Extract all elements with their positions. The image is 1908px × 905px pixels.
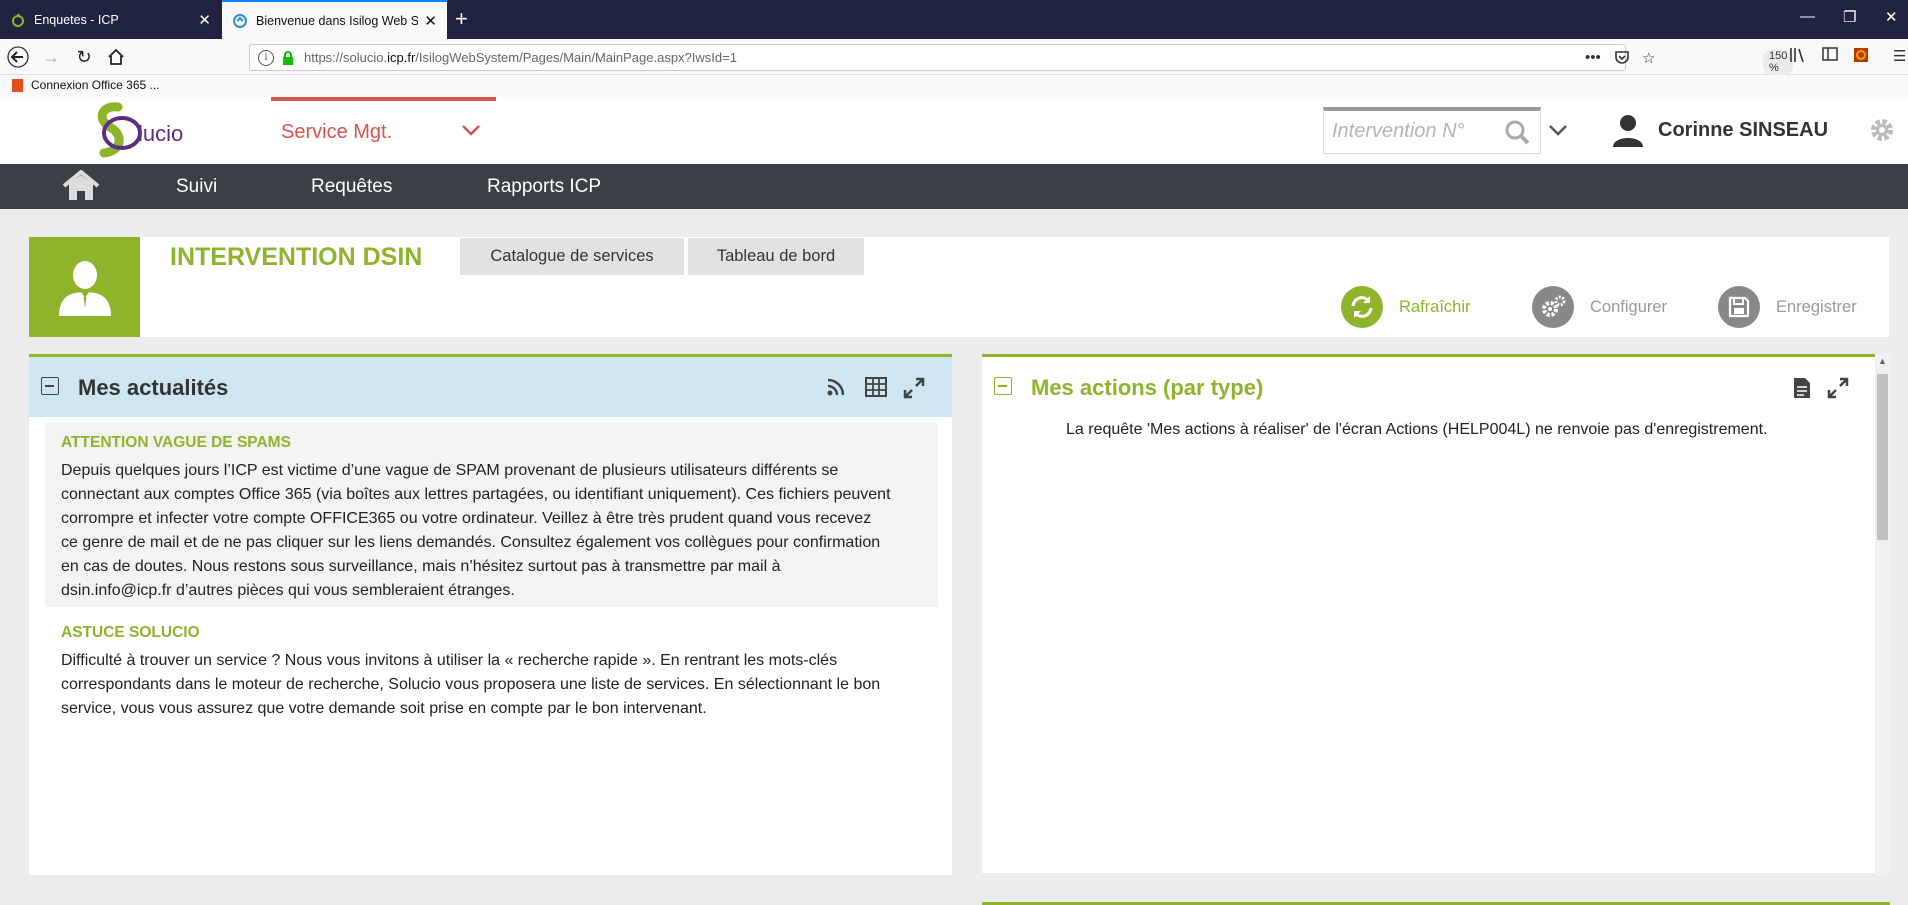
document-icon[interactable] bbox=[1792, 377, 1812, 399]
isilog-favicon-icon bbox=[232, 13, 248, 29]
collapse-icon[interactable] bbox=[994, 377, 1012, 395]
news-panel: Mes actualités ATTENTION VAGUE DE SPAMS … bbox=[29, 354, 952, 875]
refresh-icon bbox=[1341, 286, 1383, 328]
close-tab-icon[interactable]: ✕ bbox=[424, 12, 437, 30]
svg-text:lucio: lucio bbox=[138, 121, 183, 146]
rss-icon[interactable] bbox=[826, 377, 846, 397]
gear-icon[interactable] bbox=[1869, 117, 1895, 143]
news-title-spam: ATTENTION VAGUE DE SPAMS bbox=[61, 434, 291, 451]
save-label: Enregistrer bbox=[1776, 297, 1857, 316]
office-icon bbox=[12, 78, 23, 92]
browser-navbar: → ↻ i https://solucio.icp.fr/IsilogWebSy… bbox=[0, 39, 1908, 75]
page-actions-icon[interactable]: ••• bbox=[1585, 49, 1601, 66]
news-line: Difficulté à trouver un service ? Nous v… bbox=[61, 652, 838, 669]
close-window-icon[interactable]: ✕ bbox=[1885, 8, 1898, 26]
news-title-astuce: ASTUCE SOLUCIO bbox=[61, 624, 200, 641]
news-line: service, vous vous assurez que votre dem… bbox=[61, 700, 707, 717]
scroll-up-icon[interactable]: ▲ bbox=[1878, 356, 1887, 366]
refresh-button[interactable]: Rafraîchir bbox=[1341, 286, 1471, 328]
tab-title: Bienvenue dans Isilog Web Syst bbox=[256, 13, 419, 28]
service-label: Service Mgt. bbox=[281, 121, 393, 143]
bookmark-label: Connexion Office 365 ... bbox=[31, 78, 160, 92]
new-tab-icon[interactable]: + bbox=[455, 6, 468, 32]
browser-tab-bienvenue[interactable]: Bienvenue dans Isilog Web Syst ✕ bbox=[222, 0, 447, 39]
menu-requetes[interactable]: Requêtes bbox=[311, 176, 392, 198]
actions-panel-title: Mes actions (par type) bbox=[1031, 375, 1264, 400]
collapse-icon[interactable] bbox=[41, 377, 59, 395]
news-body-spam: Depuis quelques jours l’ICP est victime … bbox=[61, 459, 921, 603]
close-tab-icon[interactable]: ✕ bbox=[198, 11, 211, 29]
sidebar-icon[interactable] bbox=[1822, 47, 1838, 65]
home-icon[interactable] bbox=[62, 170, 100, 202]
user-icon bbox=[1613, 115, 1643, 147]
page-scrollbar[interactable]: ▲ bbox=[1875, 354, 1890, 875]
home-icon[interactable] bbox=[104, 45, 128, 69]
scrollbar-thumb[interactable] bbox=[1877, 374, 1888, 540]
news-line: corrompre et infecter votre compte OFFIC… bbox=[61, 510, 872, 527]
reload-icon[interactable]: ↻ bbox=[72, 45, 96, 69]
url-bar[interactable]: i https://solucio.icp.fr/IsilogWebSystem… bbox=[249, 44, 1794, 75]
app-header: lucio Service Mgt. Corinne SINSEAU bbox=[0, 97, 1908, 164]
dashboard-avatar bbox=[29, 237, 140, 337]
dashboard-title: INTERVENTION DSIN bbox=[170, 243, 423, 271]
refresh-label: Rafraîchir bbox=[1399, 297, 1471, 316]
service-selector[interactable]: Service Mgt. bbox=[271, 97, 496, 164]
configure-button[interactable]: Configurer bbox=[1532, 286, 1667, 328]
solucio-favicon-icon bbox=[10, 12, 26, 28]
table-icon[interactable] bbox=[865, 377, 887, 397]
bookmark-star-icon[interactable]: ☆ bbox=[1642, 49, 1655, 67]
main-menu: Suivi Requêtes Rapports ICP bbox=[0, 164, 1908, 209]
news-panel-title: Mes actualités bbox=[78, 375, 229, 400]
browser-tabstrip: Enquetes - ICP ✕ Bienvenue dans Isilog W… bbox=[0, 0, 1908, 39]
user-profile-icon bbox=[58, 261, 111, 316]
gears-icon bbox=[1532, 286, 1574, 328]
chevron-down-icon bbox=[462, 125, 480, 136]
browser-tab-enquetes[interactable]: Enquetes - ICP ✕ bbox=[0, 0, 221, 39]
extension-icon[interactable] bbox=[1853, 47, 1869, 67]
user-menu[interactable]: Corinne SINSEAU bbox=[1612, 113, 1828, 147]
info-icon[interactable]: i bbox=[258, 49, 274, 66]
news-line: ce genre de mail et de ne pas cliquer su… bbox=[61, 534, 881, 551]
news-line: en cas de doutes. Nous restons sous surv… bbox=[61, 558, 781, 575]
expand-icon[interactable] bbox=[1827, 377, 1849, 399]
tab-catalogue-services[interactable]: Catalogue de services bbox=[460, 238, 684, 275]
menu-rapports-icp[interactable]: Rapports ICP bbox=[487, 176, 601, 198]
intervention-search-input[interactable] bbox=[1324, 111, 1494, 151]
tab-title: Enquetes - ICP bbox=[34, 12, 119, 27]
menu-icon[interactable]: ☰ bbox=[1893, 47, 1906, 65]
expand-icon[interactable] bbox=[903, 377, 925, 399]
back-icon[interactable] bbox=[6, 45, 30, 69]
news-panel-header: Mes actualités bbox=[29, 357, 952, 417]
chevron-down-icon[interactable] bbox=[1548, 123, 1568, 137]
url-text: https://solucio.icp.fr/IsilogWebSystem/P… bbox=[304, 50, 737, 65]
news-body-astuce: Difficulté à trouver un service ? Nous v… bbox=[61, 649, 921, 721]
save-button[interactable]: Enregistrer bbox=[1718, 286, 1857, 328]
pocket-icon[interactable] bbox=[1614, 49, 1630, 69]
actions-panel-header: Mes actions (par type) bbox=[982, 357, 1875, 417]
solucio-logo[interactable]: lucio bbox=[88, 101, 198, 159]
bookmarks-bar: Connexion Office 365 ... bbox=[0, 75, 1908, 97]
bookmark-office365[interactable]: Connexion Office 365 ... bbox=[12, 78, 160, 92]
library-icon[interactable] bbox=[1789, 47, 1807, 67]
forward-icon[interactable]: → bbox=[39, 45, 63, 69]
actions-panel: Mes actions (par type) La requête 'Mes a… bbox=[982, 354, 1875, 873]
news-line: Depuis quelques jours l’ICP est victime … bbox=[61, 462, 839, 479]
restore-icon[interactable]: ❐ bbox=[1843, 8, 1856, 26]
intervention-search bbox=[1323, 107, 1541, 154]
news-line: correspondants dans le moteur de recherc… bbox=[61, 676, 881, 693]
minimize-icon[interactable]: — bbox=[1800, 8, 1815, 25]
search-icon[interactable] bbox=[1504, 119, 1530, 145]
save-icon bbox=[1718, 286, 1760, 328]
configure-label: Configurer bbox=[1590, 297, 1668, 316]
user-name: Corinne SINSEAU bbox=[1658, 118, 1829, 141]
tab-tableau-de-bord[interactable]: Tableau de bord bbox=[688, 238, 864, 275]
menu-suivi[interactable]: Suivi bbox=[176, 176, 217, 198]
lock-icon[interactable] bbox=[282, 50, 294, 65]
news-line: dsin.info@icp.fr d’autres pièces qui vou… bbox=[61, 582, 515, 599]
dashboard-header: INTERVENTION DSIN Catalogue de services … bbox=[29, 237, 1889, 337]
news-line: connectant aux comptes Office 365 (via b… bbox=[61, 486, 891, 503]
empty-actions-message: La requête 'Mes actions à réaliser' de l… bbox=[1066, 421, 1768, 438]
